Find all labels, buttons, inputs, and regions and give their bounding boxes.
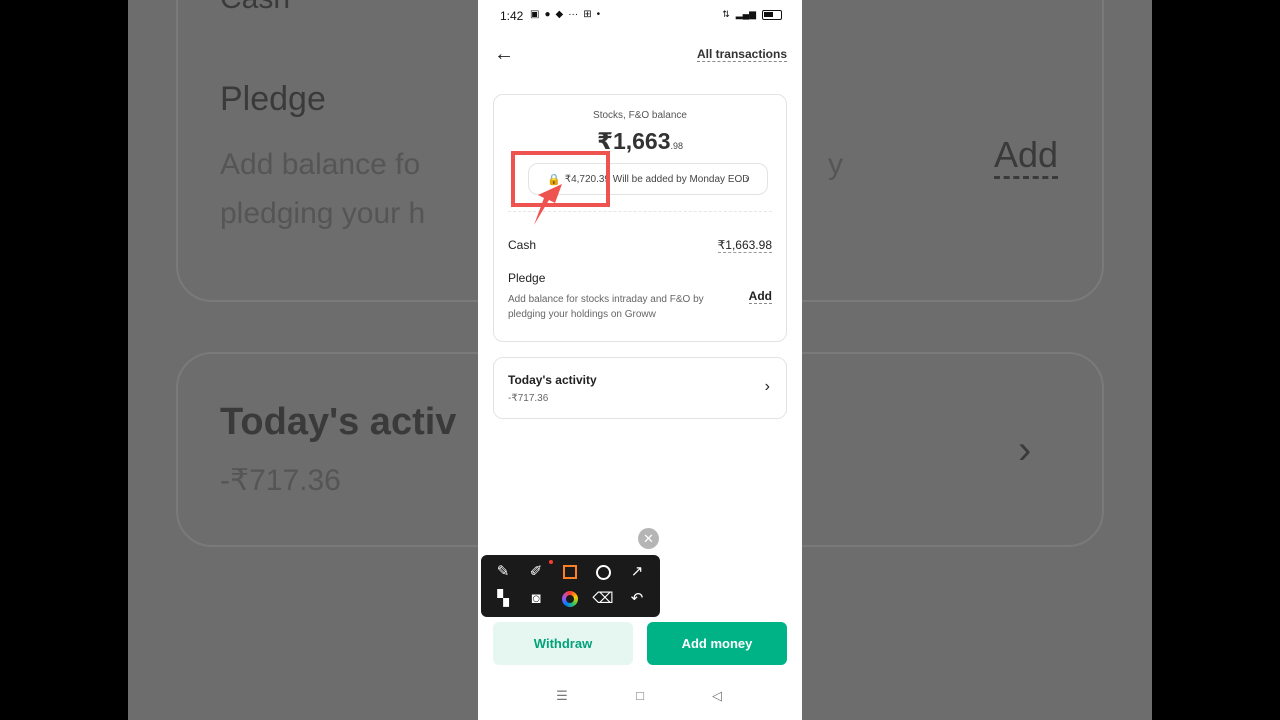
- battery-icon: [762, 9, 782, 20]
- back-triangle-icon[interactable]: ◁: [705, 688, 729, 704]
- balance-label: Stocks, F&O balance: [593, 110, 687, 121]
- chevron-right-icon: ›: [745, 172, 749, 186]
- activity-title: Today's activity: [508, 373, 597, 387]
- arrow-icon[interactable]: ↗: [626, 561, 648, 583]
- annotation-toolbar: ✎ ✐ ↗ ▚ ◙ ⌫ ↶: [481, 555, 660, 617]
- app-icon: ⊞: [583, 9, 592, 20]
- signal-icon: ▂▄▆: [735, 9, 756, 19]
- dot-icon: •: [596, 9, 601, 20]
- toolbar-close-icon[interactable]: ✕: [638, 528, 659, 549]
- divider: [508, 211, 772, 212]
- highlighter-icon[interactable]: ✐: [525, 561, 547, 583]
- camera-icon[interactable]: ◙: [525, 588, 547, 610]
- pledge-description: Add balance for stocks intraday and F&O …: [508, 294, 704, 320]
- home-icon[interactable]: □: [628, 688, 652, 703]
- volte-icon: ⇅: [722, 9, 730, 19]
- todays-activity-card[interactable]: Today's activity -₹717.36 ›: [493, 357, 787, 419]
- status-right-icons: ⇅ ▂▄▆: [722, 9, 782, 20]
- arrow-left-icon[interactable]: ←: [492, 42, 516, 66]
- background-activity-value: -₹717.36: [220, 464, 341, 497]
- snapchat-icon: ●: [544, 9, 551, 20]
- cash-label: Cash: [508, 238, 537, 252]
- chevron-right-icon: ›: [764, 378, 770, 395]
- undo-icon[interactable]: ↶: [626, 588, 648, 610]
- brush-icon[interactable]: ✎: [492, 561, 514, 583]
- add-money-button[interactable]: Add money: [647, 622, 787, 665]
- balance-amount-decimal: .98: [670, 141, 684, 151]
- phone-screen: 1:42 ▣ ● ◆ ··· ⊞ • ⇅ ▂▄▆ ← All transacti…: [478, 0, 802, 720]
- circle-icon[interactable]: [592, 561, 614, 583]
- menu-icon[interactable]: ☰: [550, 688, 574, 704]
- withdraw-button[interactable]: Withdraw: [493, 622, 633, 665]
- status-bar: 1:42 ▣ ● ◆ ··· ⊞ • ⇅ ▂▄▆: [478, 0, 802, 30]
- rectangle-icon[interactable]: [559, 561, 581, 583]
- eraser-icon[interactable]: ⌫: [592, 588, 614, 610]
- chat-icon: ▣: [530, 9, 540, 20]
- background-pledge-label: Pledge: [220, 80, 326, 118]
- color-picker-icon[interactable]: [559, 588, 581, 610]
- background-pledge-desc-right: y: [828, 148, 843, 181]
- background-cash-label: Cash: [220, 0, 290, 16]
- cash-value[interactable]: ₹1,663.98: [717, 238, 772, 253]
- screen: Cash Pledge Add balance fo pledging your…: [0, 0, 1280, 720]
- activity-value: -₹717.36: [508, 393, 549, 404]
- system-navbar: ☰ □ ◁: [478, 688, 802, 712]
- more-dots-icon: ···: [568, 9, 579, 20]
- background-chevron-right-icon: ›: [1018, 428, 1032, 472]
- background-pledge-desc-2: pledging your h: [220, 197, 426, 230]
- annotation-rectangle: [511, 151, 610, 207]
- balance-card: Stocks, F&O balance ₹1,663.98 🔒 ₹4,720.3…: [493, 94, 787, 342]
- pledge-add-button[interactable]: Add: [748, 289, 772, 304]
- status-time: 1:42: [500, 9, 524, 23]
- mosaic-icon[interactable]: ▚: [492, 588, 514, 610]
- pledge-label: Pledge: [508, 271, 546, 285]
- background-pledge-desc-1: Add balance fo: [220, 148, 421, 181]
- active-indicator: [549, 560, 553, 564]
- background-activity-label: Today's activ: [220, 401, 457, 443]
- message-icon: ◆: [555, 9, 564, 20]
- background-add-label: Add: [994, 134, 1059, 179]
- status-left-icons: ▣ ● ◆ ··· ⊞ •: [530, 9, 600, 20]
- all-transactions-link[interactable]: All transactions: [696, 47, 787, 62]
